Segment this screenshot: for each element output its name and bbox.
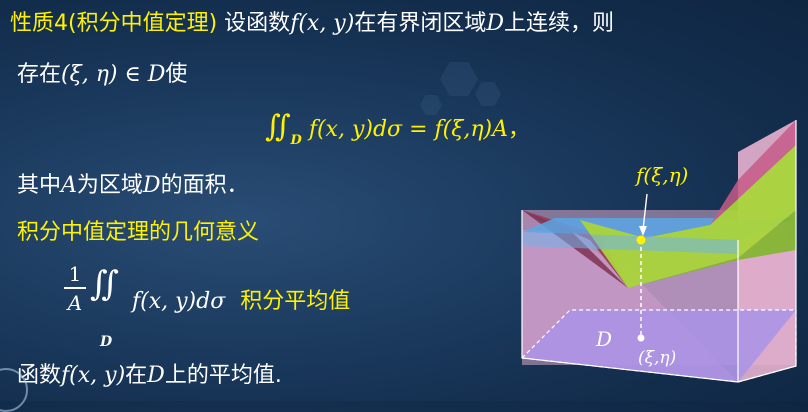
average-value-line: 函数f(x, y)在D上的平均值.	[17, 362, 282, 390]
domain-symbol: D	[142, 173, 161, 198]
decor-hexagon	[440, 62, 478, 96]
average-label: 积分平均值	[240, 289, 351, 314]
bounded-text: 在有界闭区域	[354, 11, 487, 36]
point-label: (ξ,η)	[638, 348, 676, 368]
where-text: 其中	[17, 173, 62, 198]
function-symbol: f(x, y)	[61, 363, 126, 388]
average-integrand-line: f(x, y)dσ 积分平均值	[132, 288, 350, 316]
integral-subscript: D	[290, 133, 302, 148]
domain-symbol: D	[486, 11, 504, 36]
fraction: 1 A	[64, 262, 86, 315]
double-integral-sign: ∬	[265, 109, 291, 144]
average-text: 上的平均值.	[164, 363, 282, 388]
mean-value-point	[636, 235, 646, 245]
in-text: 在	[125, 363, 148, 388]
domain-label: D	[595, 327, 612, 351]
mean-value-figure: f(ξ,η) D (ξ,η)	[520, 120, 797, 383]
fraction-denominator: A	[67, 291, 83, 315]
theorem-line: 性质4(积分中值定理) 设函数f(x, y)在有界闭区域D上连续，则	[10, 10, 614, 38]
domain-symbol: D	[147, 363, 165, 388]
fraction-bar	[64, 287, 86, 289]
point-symbol: (ξ, η)	[61, 62, 118, 87]
xi-eta-point	[637, 334, 645, 342]
formula-right-side: f(ξ,η)A	[434, 117, 509, 142]
theorem-label: 性质4(积分中值定理)	[10, 11, 218, 36]
decor-hexagon	[475, 82, 501, 106]
average-integrand: f(x, y)dσ	[132, 289, 226, 314]
intro-text: 设函数	[224, 11, 291, 36]
average-integral-subscript: D	[100, 334, 113, 350]
fraction-numerator: 1	[68, 262, 82, 286]
area-text: 的面积．	[160, 173, 249, 198]
area-symbol: A	[61, 173, 77, 198]
area-note: 其中A为区域D的面积．	[17, 172, 249, 200]
slide: 性质4(积分中值定理) 设函数f(x, y)在有界闭区域D上连续，则 存在(ξ,…	[0, 0, 808, 412]
decor-hexagon	[420, 95, 442, 115]
existence-line: 存在(ξ, η) ∈ D使	[17, 61, 187, 89]
domain-symbol: D	[147, 62, 166, 87]
function-symbol: f(x, y)	[290, 11, 355, 36]
value-label: f(ξ,η)	[634, 163, 688, 187]
makes-text: 使	[165, 62, 188, 87]
formula-equals: =	[409, 117, 428, 142]
mean-value-formula: ∬D f(x, y)dσ = f(ξ,η)A，	[265, 112, 530, 149]
in-symbol: ∈	[124, 62, 141, 87]
average-integral-sign: ∬	[90, 264, 119, 304]
exists-text: 存在	[17, 62, 62, 87]
continuous-text: 上连续，则	[503, 11, 614, 36]
average-integral: ∬	[90, 267, 119, 303]
is-text: 为区域	[76, 173, 143, 198]
formula-left-side: f(x, y)dσ	[308, 117, 403, 142]
geometric-meaning-heading: 积分中值定理的几何意义	[17, 220, 260, 245]
